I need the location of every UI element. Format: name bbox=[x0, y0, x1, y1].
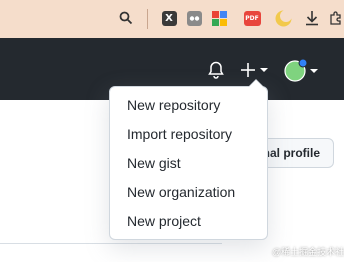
avatar[interactable] bbox=[284, 59, 320, 83]
toolbar-separator bbox=[147, 9, 148, 29]
menu-item-new-organization[interactable]: New organization bbox=[110, 178, 267, 207]
x-extension-icon[interactable]: X bbox=[160, 9, 178, 27]
browser-toolbar: X PDF bbox=[0, 0, 344, 38]
menu-item-new-repository[interactable]: New repository bbox=[110, 91, 267, 120]
page: X PDF nal profile New repository Import … bbox=[0, 0, 344, 262]
menu-item-import-repository[interactable]: Import repository bbox=[110, 120, 267, 149]
create-new-button[interactable] bbox=[240, 61, 270, 79]
watermark: @稀土掘金技术社区 bbox=[272, 247, 344, 257]
dropdown-menu: New repository Import repository New gis… bbox=[110, 87, 267, 236]
menu-item-new-gist[interactable]: New gist bbox=[110, 149, 267, 178]
menu-item-new-project[interactable]: New project bbox=[110, 207, 267, 236]
grid-extension-icon[interactable] bbox=[210, 9, 228, 27]
divider bbox=[0, 243, 222, 244]
moon-extension-icon[interactable] bbox=[274, 9, 292, 27]
gray-extension-icon[interactable] bbox=[185, 9, 203, 27]
bell-icon[interactable] bbox=[208, 61, 224, 79]
pdf-extension-icon[interactable]: PDF bbox=[243, 9, 261, 27]
puzzle-icon[interactable] bbox=[327, 9, 344, 27]
search-icon[interactable] bbox=[117, 9, 135, 27]
create-new-dropdown: New repository Import repository New gis… bbox=[109, 79, 268, 240]
download-icon[interactable] bbox=[303, 9, 321, 27]
